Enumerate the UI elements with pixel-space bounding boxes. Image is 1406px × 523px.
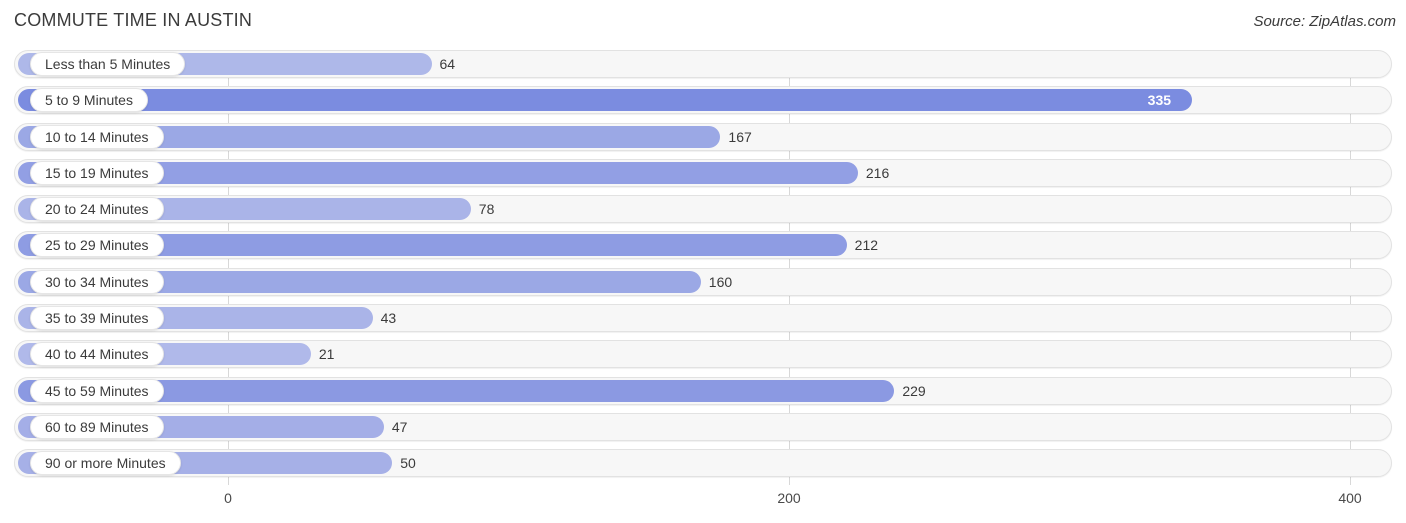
bar-value-label: 21 <box>318 346 335 363</box>
bar-row[interactable]: 35 to 39 Minutes 43 <box>0 304 1406 333</box>
bar-value-label: 335 <box>1147 92 1172 109</box>
bar-category-label: 90 or more Minutes <box>30 451 181 476</box>
bar-value-label: 160 <box>708 273 733 290</box>
bar-category-label: 60 to 89 Minutes <box>30 414 164 439</box>
page-title: COMMUTE TIME IN AUSTIN <box>14 10 253 30</box>
bar-row[interactable]: 5 to 9 Minutes 335 <box>0 86 1406 115</box>
x-axis-tick-0: 0 <box>224 490 232 506</box>
bar-value-label: 64 <box>439 56 456 72</box>
bar-category-label: 35 to 39 Minutes <box>30 306 164 331</box>
bar-category-label: 10 to 14 Minutes <box>30 124 164 149</box>
x-axis-tick-200: 200 <box>777 490 801 506</box>
bar-category-label: Less than 5 Minutes <box>30 52 186 76</box>
bar-row[interactable]: 25 to 29 Minutes 212 <box>0 231 1406 260</box>
bar-value-label: 212 <box>854 237 879 254</box>
bar-row[interactable]: 90 or more Minutes 50 <box>0 449 1406 478</box>
bar-row[interactable]: 15 to 19 Minutes 216 <box>0 158 1406 187</box>
bar-rows: Less than 5 Minutes 64 5 to 9 Minutes 335 10… <box>0 50 1406 486</box>
bar-value-label: 78 <box>478 201 495 218</box>
chart-container: COMMUTE TIME IN AUSTIN Source: ZipAtlas.… <box>0 0 1406 523</box>
bar-category-label: 15 to 19 Minutes <box>30 160 164 185</box>
bar-row[interactable]: 10 to 14 Minutes 167 <box>0 122 1406 151</box>
bar-value-label: 216 <box>865 164 890 181</box>
bar-row[interactable]: 30 to 34 Minutes 160 <box>0 267 1406 296</box>
x-axis-tick-400: 400 <box>1338 490 1362 506</box>
bar-fill <box>18 89 1192 112</box>
bar-category-label: 25 to 29 Minutes <box>30 233 164 258</box>
bar-category-label: 30 to 34 Minutes <box>30 269 164 294</box>
bar-category-label: 40 to 44 Minutes <box>30 342 164 367</box>
bar-category-label: 5 to 9 Minutes <box>30 88 148 113</box>
x-axis: 0 200 400 <box>0 490 1406 523</box>
bar-value-label: 50 <box>400 455 416 472</box>
source-attribution: Source: ZipAtlas.com <box>1253 13 1396 30</box>
bar-row[interactable]: 40 to 44 Minutes 21 <box>0 340 1406 369</box>
bar-category-label: 45 to 59 Minutes <box>30 378 164 403</box>
bar-row[interactable]: 45 to 59 Minutes 229 <box>0 376 1406 405</box>
bar-value-label: 43 <box>380 310 397 327</box>
bar-row[interactable]: 60 to 89 Minutes 47 <box>0 412 1406 441</box>
plot-area: Less than 5 Minutes 64 5 to 9 Minutes 335 10… <box>0 50 1406 490</box>
bar-category-label: 20 to 24 Minutes <box>30 197 164 222</box>
bar-row[interactable]: Less than 5 Minutes 64 <box>0 50 1406 78</box>
bar-row[interactable]: 20 to 24 Minutes 78 <box>0 195 1406 224</box>
bar-value-label: 47 <box>391 418 408 435</box>
bar-value-label: 229 <box>902 382 926 399</box>
bar-value-label: 167 <box>728 128 752 145</box>
